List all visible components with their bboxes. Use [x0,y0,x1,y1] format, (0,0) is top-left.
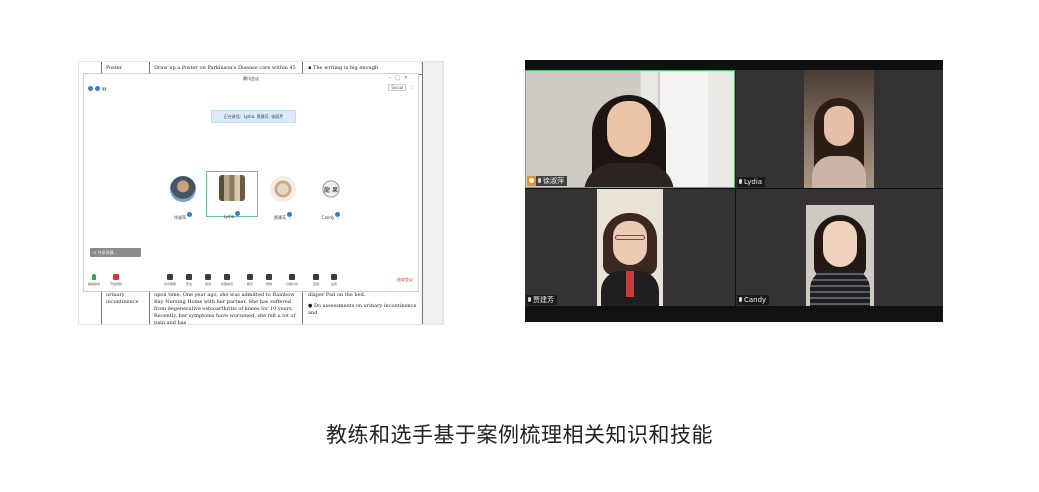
table-cell: ▪ The writing is big enough [308,65,379,71]
table-cell: diaper Pad on the bed. ● Do assessments … [308,292,418,317]
shield-icon [186,274,192,280]
mic-icon [235,211,241,216]
shield-icon[interactable] [95,86,100,91]
table-cell-text: ● Do assessments on urinary incontinence… [308,303,417,316]
meeting-window: 腾讯会议 –□× ▮▮ Social ⛶ 正在讲话：Lydia; 贾建芳; 张丽芹… [83,73,419,292]
participant-video [804,70,874,188]
host-icon [527,176,536,186]
table-cell: Poster [106,65,123,71]
meeting-info-bar: ▮▮ [88,86,106,92]
share-control[interactable]: ⊙ 共享屏幕... [90,248,141,257]
participant-tile[interactable]: 龍 果 Candy [306,173,356,220]
security-button[interactable]: 安全 [181,274,197,286]
apps-icon [313,274,319,280]
participant-video [597,189,663,306]
video-tile[interactable]: 贾建芳 [525,189,735,306]
table-cell-text: diaper Pad on the bed. [308,292,366,298]
gear-icon [331,274,337,280]
avatar [170,176,196,202]
members-icon [224,274,230,280]
name-tag: Candy [737,295,770,305]
record-icon [266,274,272,280]
invite-button[interactable]: 邀请 [200,274,216,286]
participant-name: Lydia [223,214,235,219]
video-tile[interactable]: 徐淑萍 [525,70,735,188]
share-screen-button[interactable]: 共享屏幕 [162,274,178,286]
participant-video [806,205,874,306]
mic-icon [92,274,96,280]
speaking-banner: 正在讲话：Lydia; 贾建芳; 张丽芹 [211,110,296,123]
participant-name: 徐淑萍 [174,215,186,220]
table-cell: Draw up a Poster on Parkinson's Disease … [154,65,296,71]
name-tag: 徐淑萍 [527,176,567,186]
call-toolbar-strip [525,306,943,322]
video-icon [113,274,119,280]
members-button[interactable]: 管理成员 [219,274,235,286]
signal-icon: ▮▮ [102,86,107,91]
mic-icon [528,297,531,302]
apps-button[interactable]: 应用 [308,274,324,286]
mic-icon [287,212,292,217]
video-button[interactable]: 开启视频 [108,274,124,286]
avatar [219,175,245,201]
end-meeting-button[interactable]: 结束会议 [397,277,413,283]
participant-name: 贾建芳 [274,215,286,220]
table-cell: upon time. One year ago, she was admitte… [154,292,296,324]
avatar [270,176,296,202]
fullscreen-icon[interactable]: ⛶ [410,85,413,90]
table-cell: urinary incontinence [106,292,139,305]
participant-tiles: 徐淑萍 Lydia 贾建芳 龍 果 Candy [158,171,348,220]
mic-icon [187,212,192,217]
mic-icon [538,178,541,183]
avatar-text: 龍 果 [324,187,338,194]
chat-button[interactable]: 聊天 [242,274,258,286]
participant-video [607,101,651,157]
name-tag: 贾建芳 [526,295,557,305]
record-button[interactable]: 录制 [261,274,277,286]
info-icon[interactable] [88,86,93,91]
video-call-screenshot: 徐淑萍 Lydia 贾建芳 Candy [525,60,943,322]
video-tile[interactable]: Lydia [736,70,943,188]
participant-name: Candy [321,215,335,220]
participant-tile[interactable]: 徐淑萍 [158,173,208,220]
image-caption: 教练和选手基于案例梳理相关知识和技能 [326,423,713,447]
share-screen-icon [167,274,173,280]
avatar: 龍 果 [318,176,344,202]
meeting-toolbar: 解除静音 开启视频 共享屏幕 安全 邀请 管理成员 聊天 录制 分组讨论 应用 … [84,273,418,291]
window-controls[interactable]: –□× [389,75,412,81]
view-tools: Social ⛶ [388,84,413,91]
mic-icon [335,212,341,217]
participant-tile[interactable]: Lydia [206,171,258,219]
invite-icon [205,274,211,280]
mic-icon [739,297,742,302]
settings-button[interactable]: 设置 [326,274,342,286]
side-panel [421,62,443,324]
table-row: urinary incontinence upon time. One year… [102,288,422,324]
video-tile[interactable]: Candy [736,189,943,306]
mic-icon [739,179,742,184]
breakout-icon [289,274,295,280]
view-button[interactable]: Social [388,84,407,91]
name-tag: Lydia [737,177,766,187]
breakout-button[interactable]: 分组讨论 [284,274,300,286]
mute-button[interactable]: 解除静音 [86,274,102,286]
meeting-app-screenshot: Poster Draw up a Poster on Parkinson's D… [79,62,443,324]
participant-tile[interactable]: 贾建芳 [258,173,308,220]
window-title: 腾讯会议 [243,76,259,81]
chat-icon [247,274,253,280]
